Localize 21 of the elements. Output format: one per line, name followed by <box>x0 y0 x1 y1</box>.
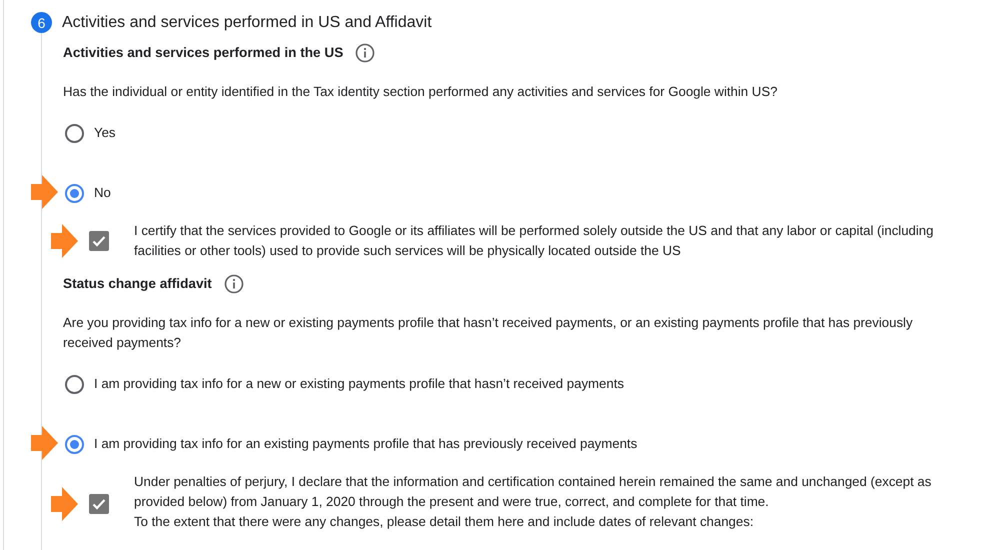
question-text: Are you providing tax info for a new or existing payments profile that hasn’t received payments, or an existing payments profile that has previously received payments? <box>63 314 914 352</box>
certification-text: Under penalties of perjury, I declare that the information and certification contained herein remained the same and unchanged (except as provided below) from January 1, 2020 through the present and were true, correct, and complete for that time. <box>134 473 932 511</box>
certification-text: To the extent that there were any changes, please detail them here and include dates of relevant changes: <box>134 513 754 531</box>
radio-button[interactable] <box>65 184 84 202</box>
radio-label: I am providing tax info for an existing payments profile that has previously received payments <box>94 435 638 453</box>
checkmark-icon <box>92 235 106 247</box>
step-title: Activities and services performed in US and Affidavit <box>62 12 432 32</box>
radio-button[interactable] <box>65 124 84 142</box>
info-icon[interactable] <box>224 274 244 294</box>
section-title: Status change affidavit <box>63 275 212 293</box>
radio-button[interactable] <box>65 434 84 454</box>
radio-button[interactable] <box>65 374 84 394</box>
radio-label: Yes <box>94 124 116 142</box>
question-text: Has the individual or entity identified in the Tax identity section performed any activities and services for Google within US? <box>63 83 778 101</box>
checkmark-icon <box>92 498 106 510</box>
radio-label: No <box>94 184 111 202</box>
certification-text: I certify that the services provided to Google or its affiliates will be performed solely outside the US and that any labor or capital (including facilities or other tools) used to provide such services will be physically located outside the US <box>134 222 934 260</box>
radio-label: I am providing tax info for a new or existing payments profile that hasn’t received payments <box>94 375 624 393</box>
info-icon[interactable] <box>355 43 376 63</box>
step-number-badge: 6 <box>31 12 52 33</box>
section-title: Activities and services performed in the US <box>63 44 344 62</box>
